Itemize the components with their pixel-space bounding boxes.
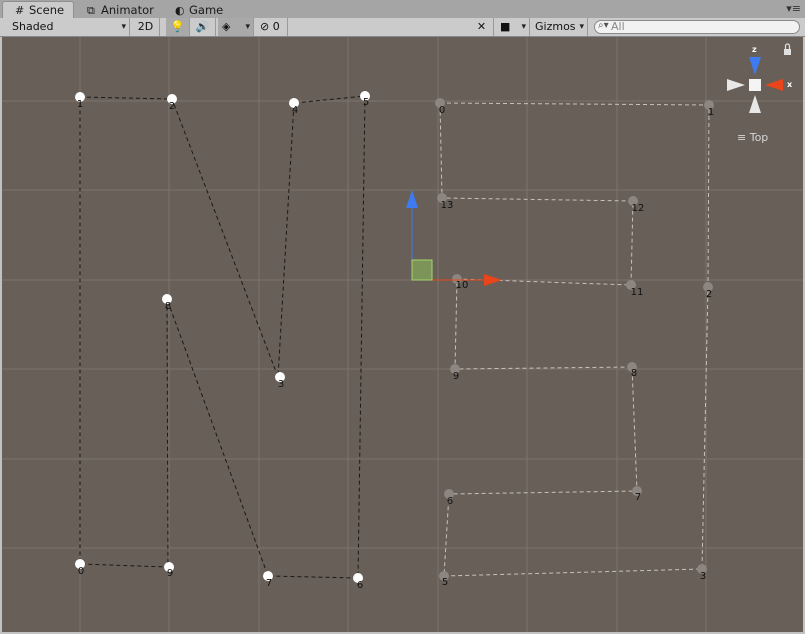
gizmo-z-label: z [752, 45, 757, 54]
left-label-8: 8 [164, 301, 172, 312]
path-left-lines [79, 95, 366, 579]
tab-menu-icon[interactable]: ▾≡ [786, 2, 801, 15]
move-handle [406, 190, 502, 286]
tab-bar: # Scene ⧉ Animator ◐ Game ▾≡ [0, 0, 805, 19]
tab-animator[interactable]: ⧉ Animator [75, 2, 163, 18]
grid-icon: # [15, 4, 25, 17]
move-handle-x-arrow [484, 274, 502, 286]
right-label-10: 10 [455, 280, 469, 291]
right-label-8: 8 [630, 368, 638, 379]
left-label-0: 0 [77, 566, 85, 577]
menu-icon: ≡ [737, 131, 747, 144]
layers-icon: ◈ [222, 20, 231, 33]
left-label-6: 6 [356, 580, 364, 591]
move-handle-plane [411, 259, 433, 281]
move-handle-y-arrow [406, 190, 418, 208]
gizmo-neg-z-cone [749, 95, 761, 113]
left-label-2: 2 [168, 101, 176, 112]
gizmo-z-cone [749, 57, 761, 75]
game-icon: ◐ [175, 4, 185, 17]
gizmo-neg-x-cone [727, 79, 745, 91]
effects-dropdown[interactable]: ◈ [218, 18, 254, 36]
tab-game[interactable]: ◐ Game [163, 2, 233, 18]
scene-grid [2, 37, 803, 632]
search-input[interactable]: ⌕▾ All [594, 20, 800, 34]
right-label-2: 2 [705, 289, 713, 300]
camera-dropdown[interactable]: ■ [496, 18, 530, 36]
hidden-objects-toggle[interactable]: ⊘ 0 [256, 18, 288, 36]
lightbulb-icon: 💡 [170, 20, 185, 33]
path-right-points [435, 98, 714, 581]
right-label-1: 1 [707, 107, 715, 118]
scene-view[interactable]: 1 2 4 5 8 3 0 9 7 6 0 1 13 12 10 11 2 9 … [2, 37, 803, 632]
right-label-9: 9 [452, 371, 460, 382]
right-label-7: 7 [634, 492, 642, 503]
gizmos-dropdown[interactable]: Gizmos [530, 18, 588, 36]
left-label-3: 3 [277, 379, 285, 390]
left-label-7: 7 [265, 578, 273, 589]
left-label-5: 5 [362, 97, 370, 108]
path-right-lines [439, 102, 710, 577]
right-label-5: 5 [441, 577, 449, 588]
path-left-points [75, 91, 370, 583]
shading-mode-dropdown[interactable]: Shaded [0, 18, 130, 36]
right-label-6: 6 [446, 496, 454, 507]
tab-scene[interactable]: # Scene [2, 1, 74, 19]
gizmo-x-label: x [787, 80, 793, 89]
audio-toggle-button[interactable]: 🔊 [190, 18, 216, 36]
left-label-4: 4 [291, 105, 299, 116]
animator-icon: ⧉ [87, 4, 95, 17]
right-label-0: 0 [438, 105, 446, 116]
scene-toolbar: Shaded 2D 💡 🔊 ◈ ⊘ 0 ✕ ■ Gizmos ⌕▾ All [0, 18, 805, 37]
eye-slash-icon: ⊘ [260, 20, 270, 33]
left-label-1: 1 [76, 99, 84, 110]
view-label[interactable]: ≡ Top [737, 131, 768, 144]
right-label-13: 13 [440, 200, 454, 211]
speaker-icon: 🔊 [195, 20, 210, 33]
right-label-12: 12 [631, 203, 645, 214]
orientation-gizmo[interactable] [727, 43, 791, 113]
right-label-11: 11 [630, 287, 644, 298]
lighting-toggle-button[interactable]: 💡 [166, 18, 190, 36]
gizmo-x-cone [765, 79, 783, 91]
wrench-icon: ✕ [476, 20, 487, 33]
left-label-9: 9 [166, 568, 174, 579]
gizmo-lock-icon [784, 49, 791, 55]
right-label-3: 3 [699, 571, 707, 582]
camera-icon: ■ [500, 20, 511, 33]
2d-toggle-button[interactable]: 2D [132, 18, 160, 36]
search-icon: ⌕▾ [598, 20, 609, 31]
tools-button[interactable]: ✕ [470, 18, 494, 36]
scene-canvas [2, 37, 803, 632]
gizmo-center-cube [749, 79, 761, 91]
